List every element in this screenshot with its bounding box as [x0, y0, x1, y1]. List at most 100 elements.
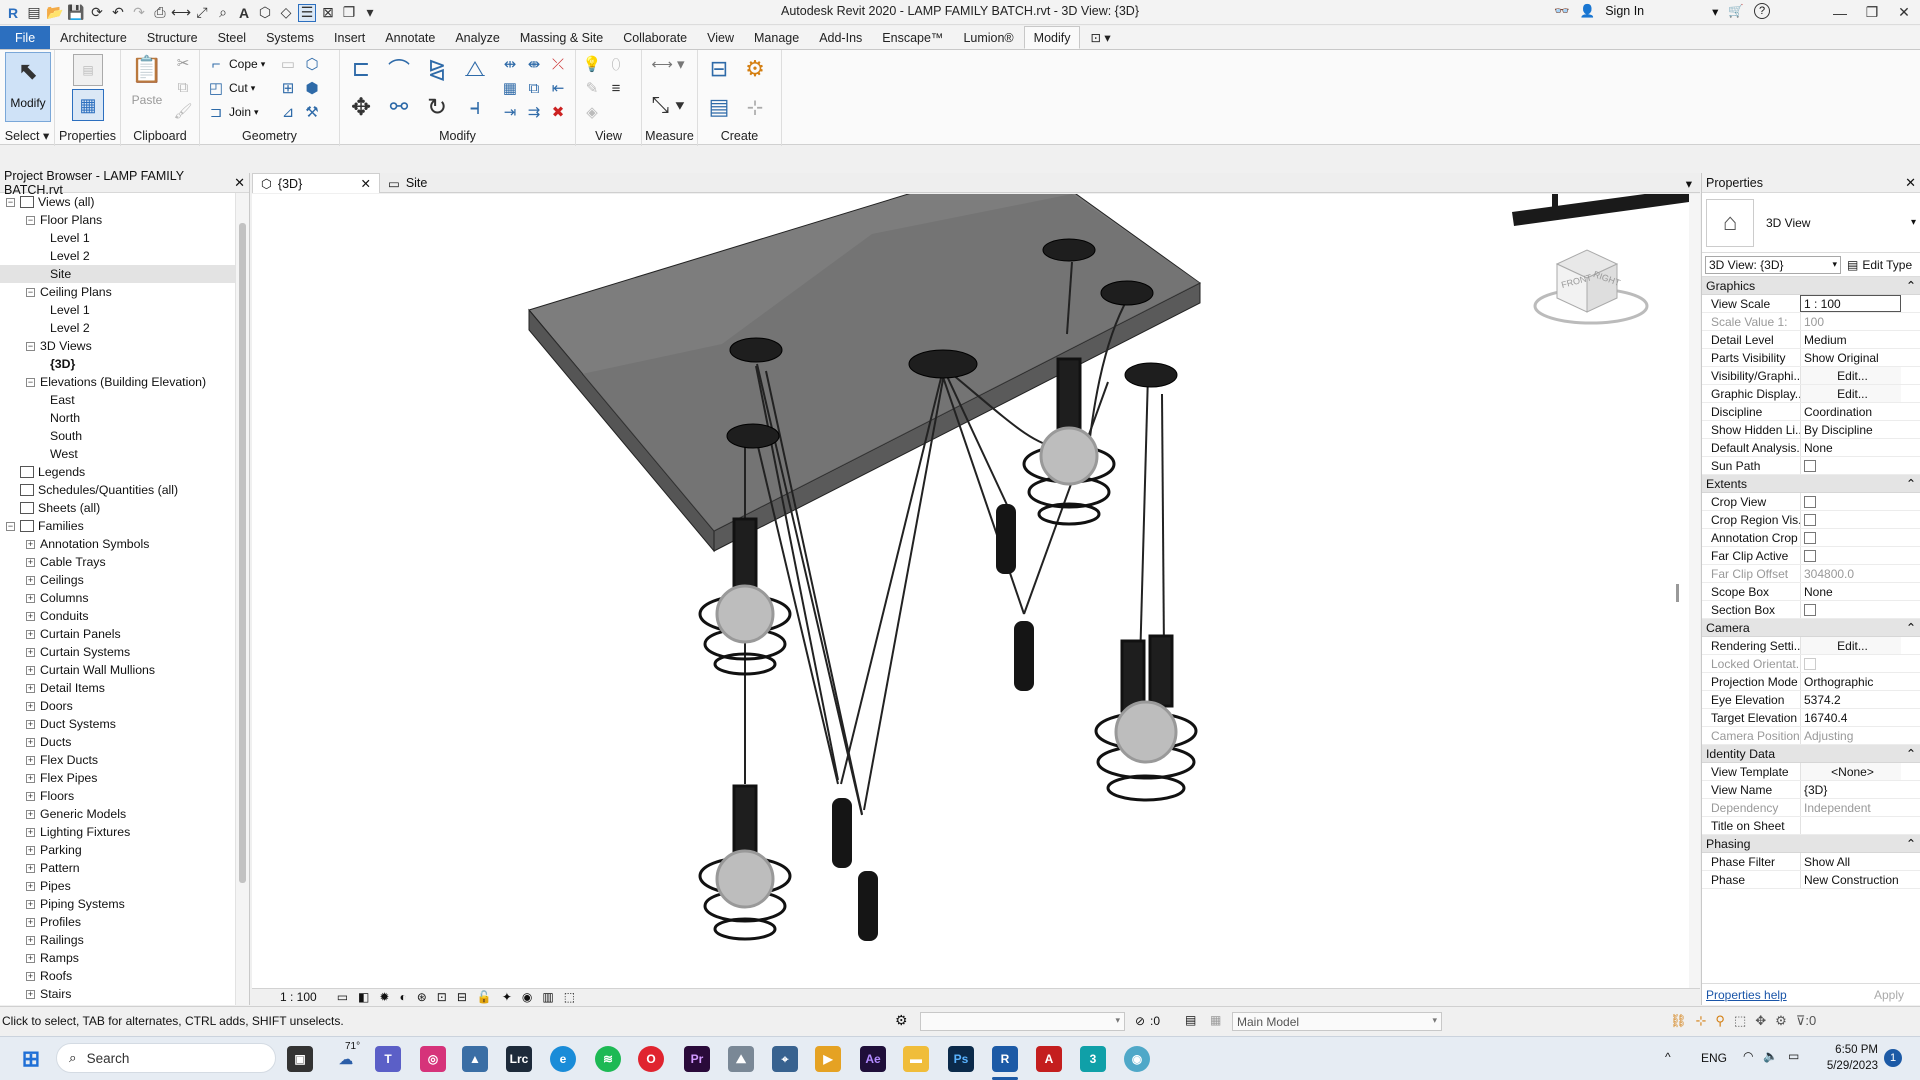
- property-group-header[interactable]: Extents ⌃: [1702, 475, 1920, 493]
- linework-icon[interactable]: ✎: [582, 78, 602, 98]
- edit-type-button[interactable]: ▤ Edit Type: [1847, 258, 1912, 272]
- scale-icon[interactable]: ⧉: [524, 78, 544, 98]
- design-option-icon[interactable]: ▦: [1210, 1013, 1221, 1027]
- sketchup-icon[interactable]: ⛰: [728, 1046, 754, 1072]
- sign-in-link[interactable]: Sign In: [1605, 4, 1644, 18]
- crop-visibility-icon[interactable]: ⊟: [457, 990, 467, 1004]
- view-tabs-dropdown[interactable]: ▾: [1678, 173, 1700, 193]
- property-edit-button[interactable]: Edit...: [1800, 367, 1901, 384]
- worksharing-icon[interactable]: ▥: [542, 990, 553, 1004]
- paste-button[interactable]: 📋 Paste: [129, 54, 165, 124]
- view-splitter[interactable]: [1676, 584, 1679, 602]
- viewport-scrollbar[interactable]: [1689, 194, 1700, 990]
- tab-steel[interactable]: Steel: [208, 26, 257, 49]
- browser-item[interactable]: + Stairs: [0, 985, 236, 1003]
- language-indicator[interactable]: ENG: [1701, 1051, 1727, 1065]
- property-checkbox-cell[interactable]: [1800, 511, 1901, 528]
- match-properties-icon[interactable]: 🖌: [173, 101, 193, 121]
- design-options-icon[interactable]: ▤: [1185, 1013, 1196, 1027]
- shadows-icon[interactable]: ◐: [399, 990, 406, 1004]
- view-scale-control[interactable]: 1 : 100: [280, 990, 317, 1004]
- expand-icon[interactable]: +: [26, 809, 35, 819]
- property-value[interactable]: New Construction: [1800, 871, 1901, 888]
- expand-icon[interactable]: +: [26, 539, 35, 549]
- browser-item[interactable]: + Ducts: [0, 733, 236, 751]
- browser-item[interactable]: West: [0, 445, 236, 463]
- browser-item[interactable]: + Doors: [0, 697, 236, 715]
- browser-item[interactable]: Schedules/Quantities (all): [0, 481, 236, 499]
- browser-item[interactable]: + Flex Pipes: [0, 769, 236, 787]
- browser-item[interactable]: Site: [0, 265, 236, 283]
- property-value[interactable]: By Discipline: [1800, 421, 1901, 438]
- browser-item[interactable]: + Ceilings: [0, 571, 236, 589]
- browser-item[interactable]: Level 1: [0, 301, 236, 319]
- property-checkbox[interactable]: [1804, 531, 1816, 544]
- browser-item[interactable]: − Floor Plans: [0, 211, 236, 229]
- cut-geometry-button[interactable]: ◰ Cut ▾: [206, 78, 255, 98]
- visual-style-icon[interactable]: ◧: [358, 990, 369, 1004]
- premiere-icon[interactable]: Pr: [684, 1046, 710, 1072]
- browser-item[interactable]: {3D}: [0, 355, 236, 373]
- create-parts-icon[interactable]: ⚙: [740, 54, 770, 84]
- tab-modify[interactable]: Modify: [1023, 26, 1081, 49]
- rotate-icon[interactable]: ↻: [422, 92, 452, 122]
- edge-icon[interactable]: e: [550, 1046, 576, 1072]
- thin-lines-view-icon[interactable]: ≡: [606, 78, 626, 98]
- browser-item[interactable]: + Cable Trays: [0, 553, 236, 571]
- collapse-group-icon[interactable]: ⌃: [1906, 279, 1916, 293]
- property-checkbox[interactable]: [1804, 549, 1816, 562]
- crop-icon[interactable]: ⊡: [437, 990, 447, 1004]
- volume-icon[interactable]: 🔈: [1763, 1049, 1778, 1063]
- teams-icon[interactable]: T: [375, 1046, 401, 1072]
- browser-item[interactable]: + Curtain Systems: [0, 643, 236, 661]
- browser-item[interactable]: −3D Views: [0, 337, 236, 355]
- collapse-group-icon[interactable]: ⌃: [1906, 477, 1916, 491]
- property-value[interactable]: [1800, 817, 1901, 834]
- wall-joins-icon[interactable]: ▭: [278, 54, 298, 74]
- split-face-icon[interactable]: ⬡: [302, 54, 322, 74]
- pin-icon[interactable]: ⇤: [548, 78, 568, 98]
- browser-item[interactable]: + Profiles: [0, 913, 236, 931]
- chevron-down-icon[interactable]: ▾: [1911, 217, 1916, 228]
- expand-icon[interactable]: +: [26, 593, 35, 603]
- collapse-icon[interactable]: −: [26, 287, 35, 297]
- expand-icon[interactable]: +: [26, 701, 35, 711]
- property-value[interactable]: {3D}: [1800, 781, 1901, 798]
- expand-icon[interactable]: +: [26, 773, 35, 783]
- expand-icon[interactable]: +: [26, 575, 35, 585]
- expand-icon[interactable]: +: [26, 917, 35, 927]
- browser-item[interactable]: + Parking: [0, 841, 236, 859]
- browser-item[interactable]: + Duct Systems: [0, 715, 236, 733]
- expand-icon[interactable]: +: [26, 827, 35, 837]
- browser-item[interactable]: + Piping Systems: [0, 895, 236, 913]
- tray-chevron-icon[interactable]: ^: [1665, 1050, 1671, 1064]
- tab-massing-site[interactable]: Massing & Site: [510, 26, 613, 49]
- property-value[interactable]: Orthographic: [1800, 673, 1901, 690]
- expand-icon[interactable]: +: [26, 791, 35, 801]
- property-group-header[interactable]: Graphics ⌃: [1702, 277, 1920, 295]
- expand-icon[interactable]: +: [26, 647, 35, 657]
- file-explorer-icon[interactable]: ▬: [903, 1046, 929, 1072]
- expand-icon[interactable]: +: [26, 899, 35, 909]
- join-button[interactable]: ⊐ Join ▾: [206, 102, 259, 122]
- tab-systems[interactable]: Systems: [256, 26, 324, 49]
- property-value[interactable]: Coordination: [1800, 403, 1901, 420]
- property-group-header[interactable]: Camera ⌃: [1702, 619, 1920, 637]
- properties-button[interactable]: ▦: [69, 89, 107, 125]
- expand-icon[interactable]: +: [26, 683, 35, 693]
- browser-item[interactable]: + Roofs: [0, 967, 236, 985]
- collapse-icon[interactable]: −: [6, 197, 15, 207]
- collapse-icon[interactable]: −: [26, 215, 35, 225]
- chevron-down-icon[interactable]: ▾: [1712, 4, 1718, 19]
- expand-icon[interactable]: +: [26, 665, 35, 675]
- battery-icon[interactable]: ▭: [1788, 1049, 1799, 1063]
- close-icon[interactable]: ✕: [1905, 175, 1916, 191]
- notification-badge[interactable]: 1: [1884, 1049, 1902, 1067]
- 3dsmax-icon[interactable]: 3: [1080, 1046, 1106, 1072]
- select-underlay-icon[interactable]: ⊹: [1696, 1013, 1707, 1029]
- property-checkbox-cell[interactable]: [1800, 601, 1901, 618]
- browser-item[interactable]: − Ceiling Plans: [0, 283, 236, 301]
- tab-insert[interactable]: Insert: [324, 26, 375, 49]
- paint-icon[interactable]: ⬢: [302, 78, 322, 98]
- photoshop-icon[interactable]: Ps: [948, 1046, 974, 1072]
